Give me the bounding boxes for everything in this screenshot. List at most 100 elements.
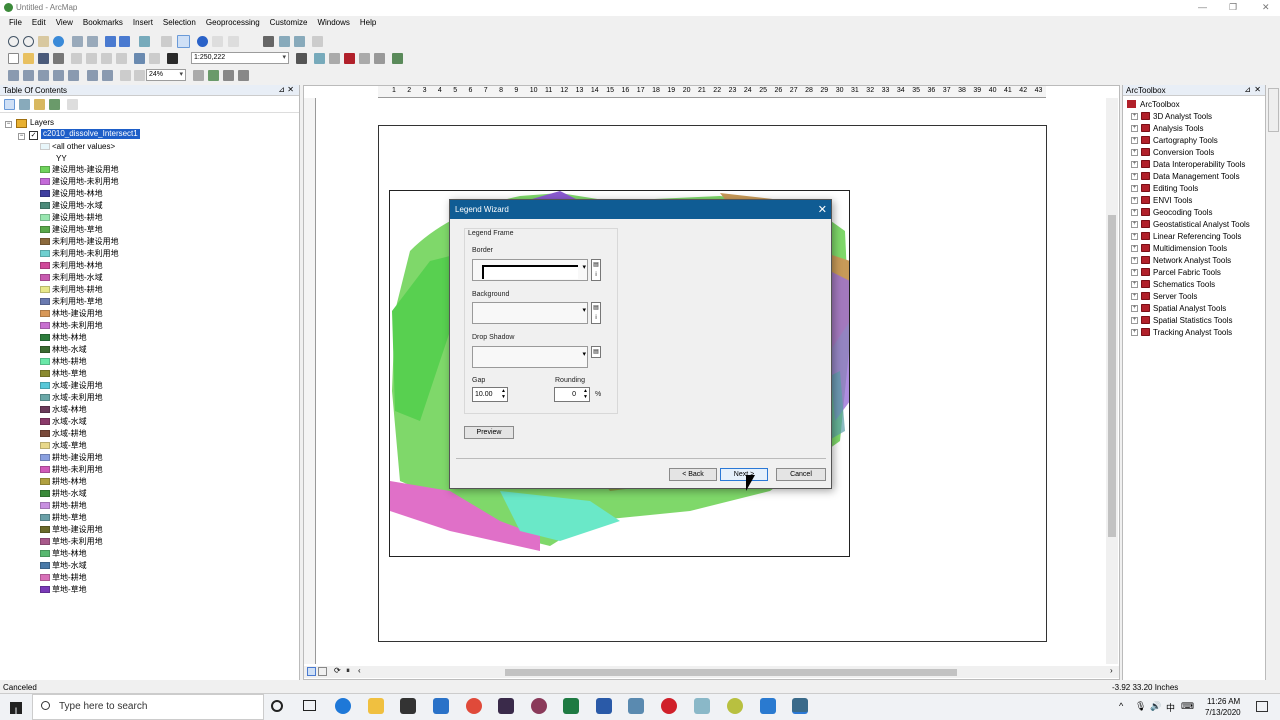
expand-icon[interactable]: + [1131, 112, 1138, 120]
cortana-icon[interactable] [271, 700, 283, 712]
expand-icon[interactable]: + [1131, 208, 1138, 216]
notifications-icon[interactable] [1256, 701, 1268, 712]
expand-icon[interactable]: + [1131, 268, 1138, 276]
expand-icon[interactable]: + [1131, 256, 1138, 264]
back-extent-icon[interactable] [105, 36, 116, 47]
data-driven-pages-icon[interactable] [238, 70, 249, 81]
toolbox-item[interactable]: +3D Analyst Tools [1131, 110, 1212, 122]
change-layout-icon[interactable] [223, 70, 234, 81]
scroll-right-icon[interactable]: › [1110, 666, 1113, 675]
arctoolbox-icon[interactable] [344, 53, 355, 64]
restore-button[interactable]: ❐ [1229, 2, 1237, 13]
map-scale-combo[interactable]: 1:250,222 [191, 52, 289, 64]
fixed-zoom-out-icon[interactable] [87, 36, 98, 47]
excel-icon[interactable] [563, 698, 579, 714]
search-window-icon[interactable] [329, 53, 340, 64]
toolbox-item[interactable]: + Analysis Tools [1131, 122, 1204, 134]
menu-edit[interactable]: Edit [27, 16, 51, 31]
netease-music-icon[interactable] [661, 698, 677, 714]
horizontal-scroll-thumb[interactable] [505, 669, 957, 676]
zoom-out-icon[interactable] [23, 36, 34, 47]
close-window-button[interactable]: ✕ [1262, 2, 1270, 13]
clock-date[interactable]: 7/13/2020 [1205, 708, 1241, 717]
expand-icon[interactable]: + [1131, 280, 1138, 288]
catalog-icon[interactable] [314, 53, 325, 64]
toolbox-item[interactable]: + Spatial Analyst Tools [1131, 302, 1226, 314]
taskbar-search-input[interactable]: Type here to search [32, 694, 264, 720]
toolbox-item[interactable]: + Geocoding Tools [1131, 206, 1212, 218]
zoom-100-icon[interactable] [68, 70, 79, 81]
save-icon[interactable] [38, 53, 49, 64]
spinner-icon[interactable]: ▲ ▼ [583, 388, 588, 400]
preview-button[interactable]: Preview [464, 426, 514, 439]
expand-icon[interactable]: + [1131, 196, 1138, 204]
toolbox-item[interactable]: + Schematics Tools [1131, 278, 1215, 290]
gap-input[interactable]: 10.00 ▲ ▼ [472, 387, 508, 402]
arctoolbox-close-icon[interactable]: ✕ [1254, 85, 1261, 94]
forward-extent-icon[interactable] [119, 36, 130, 47]
expand-icon[interactable]: + [1131, 244, 1138, 252]
toolbox-item[interactable]: + Data Interoperability Tools [1131, 158, 1245, 170]
expand-icon[interactable]: + [1131, 220, 1138, 228]
time-slider-icon[interactable] [312, 36, 323, 47]
full-extent-icon[interactable] [53, 36, 64, 47]
toc-close-icon[interactable]: ✕ [287, 85, 294, 94]
microphone-icon[interactable]: 🎙 [1135, 701, 1146, 712]
dialog-close-icon[interactable]: ✕ [818, 203, 827, 216]
list-by-selection-icon[interactable] [49, 99, 60, 110]
layout-zoom-out-icon[interactable] [23, 70, 34, 81]
layout-pan-icon[interactable] [38, 70, 49, 81]
undo-icon[interactable] [134, 53, 145, 64]
focus-data-frame-icon[interactable] [208, 70, 219, 81]
edge-icon[interactable] [335, 698, 351, 714]
expand-icon[interactable]: + [1131, 292, 1138, 300]
border-symbol-selector[interactable]: ▾ [472, 259, 588, 281]
goto-xy-icon[interactable] [294, 36, 305, 47]
find-icon[interactable] [263, 36, 274, 47]
toolbox-item[interactable]: + Linear Referencing Tools [1131, 230, 1241, 242]
toolbox-item[interactable]: + Data Management Tools [1131, 170, 1240, 182]
spinner-icon[interactable]: ▲ ▼ [501, 388, 506, 400]
toolbox-item[interactable]: + ENVI Tools [1131, 194, 1192, 206]
expand-icon[interactable]: + [1131, 184, 1138, 192]
layers-root[interactable]: Layers [30, 118, 54, 127]
list-by-source-icon[interactable] [19, 99, 30, 110]
paste-icon[interactable] [101, 53, 112, 64]
layer-visibility-checkbox[interactable]: ✓ [29, 131, 38, 140]
identify-icon[interactable] [197, 36, 208, 47]
delete-icon[interactable] [116, 53, 127, 64]
print-icon[interactable] [53, 53, 64, 64]
chrome-icon[interactable] [466, 698, 482, 714]
add-data-icon[interactable] [167, 53, 178, 64]
layer-name[interactable]: c2010_dissolve_Intersect1 [41, 129, 140, 139]
toolbox-item[interactable]: + Spatial Statistics Tools [1131, 314, 1232, 326]
app-icon-screen[interactable] [628, 698, 644, 714]
back-button[interactable]: < Back [669, 468, 717, 481]
expand-icon[interactable]: + [1131, 304, 1138, 312]
app-icon-arcglobe[interactable] [727, 698, 743, 714]
toolbox-item[interactable]: + Geostatistical Analyst Tools [1131, 218, 1250, 230]
select-features-icon[interactable] [139, 36, 150, 47]
cut-icon[interactable] [71, 53, 82, 64]
refresh-icon[interactable]: ⟳ [334, 666, 341, 675]
toolbox-item[interactable]: + Multidimension Tools [1131, 242, 1227, 254]
draft-mode-icon[interactable] [193, 70, 204, 81]
menu-file[interactable]: File [4, 16, 27, 31]
expand-icon[interactable]: + [1131, 136, 1138, 144]
pan-icon[interactable] [38, 36, 49, 47]
toc-pin-icon[interactable]: ⊿ [278, 85, 285, 94]
editor-icon[interactable] [296, 53, 307, 64]
toolbox-item[interactable]: + Conversion Tools [1131, 146, 1214, 158]
background-symbol-selector[interactable]: ▾ [472, 302, 588, 324]
scroll-left-icon[interactable]: ‹ [358, 666, 361, 675]
toolbox-item[interactable]: + Editing Tools [1131, 182, 1198, 194]
expand-icon[interactable]: + [1131, 328, 1138, 336]
drop-shadow-properties-button[interactable]: ▤ [591, 346, 601, 358]
list-by-drawing-order-icon[interactable] [4, 99, 15, 110]
fixed-layout-zoom-in-icon[interactable] [87, 70, 98, 81]
ime-indicator[interactable]: 中 [1166, 701, 1175, 714]
menu-windows[interactable]: Windows [312, 16, 354, 31]
select-elements-icon[interactable] [177, 35, 190, 48]
expand-icon[interactable]: + [1131, 172, 1138, 180]
layout-zoom-in-icon[interactable] [8, 70, 19, 81]
